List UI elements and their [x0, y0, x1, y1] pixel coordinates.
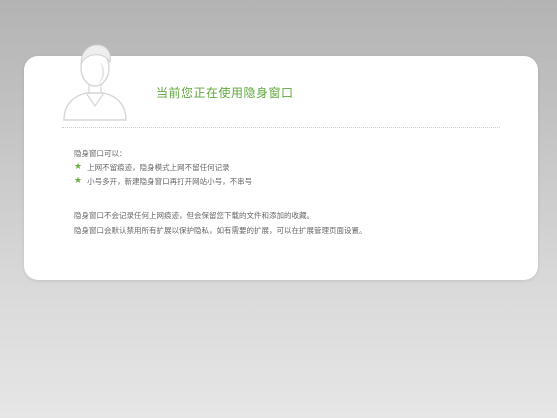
- intro-text: 隐身窗口可以：: [74, 149, 127, 158]
- page-title: 当前您正在使用隐身窗口: [156, 86, 294, 100]
- feature-item: ★ 上网不留痕迹，隐身模式上网不留任何记录: [74, 162, 230, 173]
- note-text: 隐身窗口会默认禁用所有扩展以保护隐私，如有需要的扩展，可以在扩展管理页面设置。: [74, 226, 367, 235]
- incognito-person-icon: [63, 44, 127, 121]
- star-icon: ★: [74, 162, 83, 172]
- star-icon: ★: [74, 176, 83, 186]
- feature-label: 小号多开，新建隐身窗口再打开网站小号，不串号: [87, 177, 253, 186]
- feature-item: ★ 小号多开，新建隐身窗口再打开网站小号，不串号: [74, 176, 252, 187]
- divider: [62, 127, 500, 128]
- note-text: 隐身窗口不会记录任何上网痕迹，但会保留您下载的文件和添加的收藏。: [74, 211, 314, 220]
- feature-label: 上网不留痕迹，隐身模式上网不留任何记录: [87, 163, 230, 172]
